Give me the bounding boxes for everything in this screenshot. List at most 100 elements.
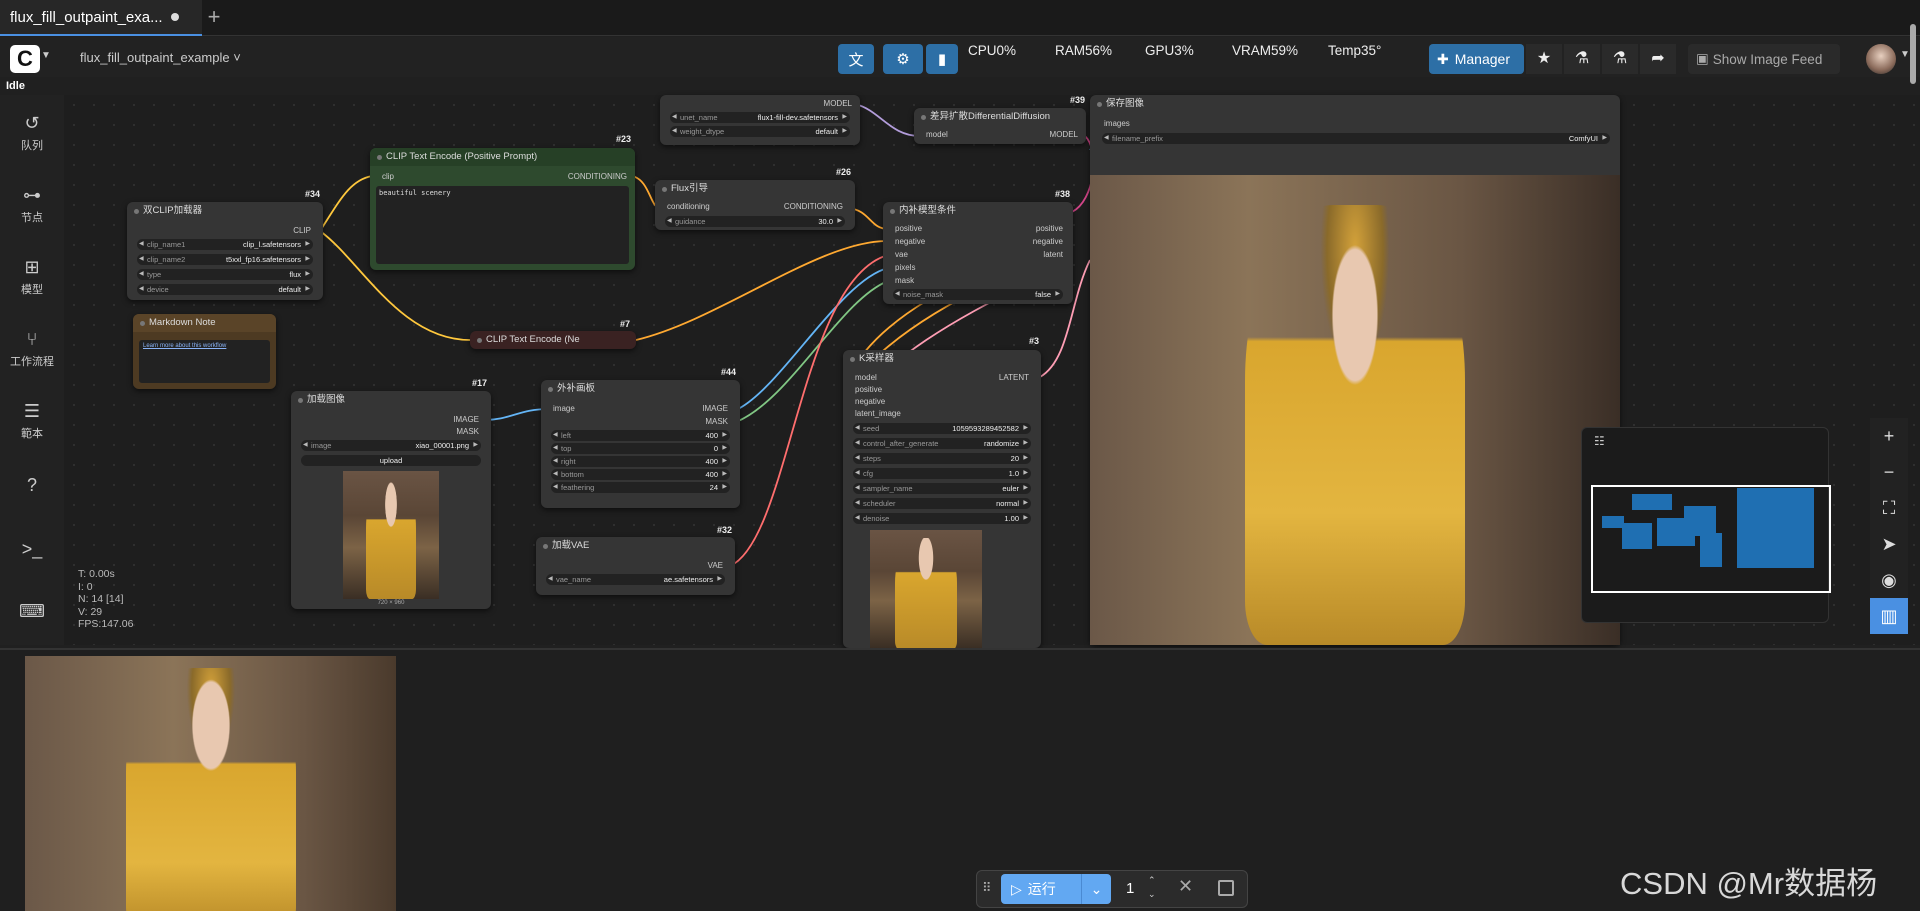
- widget-weight-dtype[interactable]: weight_dtypedefault: [670, 126, 850, 137]
- widget-feathering[interactable]: feathering24: [551, 482, 730, 493]
- widget-vae-name[interactable]: vae_nameae.safetensors: [546, 574, 725, 585]
- run-button[interactable]: ▷ 运行: [1001, 874, 1081, 904]
- settings-sliders-icon[interactable]: ☷: [1594, 434, 1605, 448]
- help-button[interactable]: ?: [0, 475, 64, 499]
- node-load-image[interactable]: 加载图像 IMAGE MASK imagexiao_00001.png uplo…: [291, 391, 491, 609]
- workflow-name[interactable]: flux_fill_outpaint_example ˅: [80, 50, 241, 65]
- fit-view-icon[interactable]: ⛶: [1870, 490, 1908, 526]
- node-unet-loader[interactable]: MODEL unet_nameflux1-fill-dev.safetensor…: [660, 95, 860, 145]
- feed-image[interactable]: [25, 656, 396, 911]
- node-load-vae[interactable]: 加载VAE VAE vae_nameae.safetensors: [536, 537, 735, 595]
- prompt-textarea[interactable]: beautiful scenery: [376, 186, 629, 264]
- slot-positive-in[interactable]: positive: [855, 385, 882, 394]
- widget-right[interactable]: right400: [551, 456, 730, 467]
- node-flux-guidance[interactable]: Flux引导 conditioning CONDITIONING guidanc…: [655, 180, 855, 230]
- visibility-icon[interactable]: ◉: [1870, 562, 1908, 598]
- widget-noise-mask[interactable]: noise_maskfalse: [893, 289, 1063, 300]
- comfy-logo-icon[interactable]: C: [10, 45, 40, 73]
- bookmark-icon[interactable]: ▮: [926, 44, 958, 74]
- node-save-image[interactable]: 保存图像 images filename_prefixComfyUI: [1090, 95, 1620, 645]
- slot-vae-in[interactable]: vae: [895, 250, 908, 259]
- slot-conditioning-out[interactable]: CONDITIONING: [568, 172, 627, 181]
- cancel-icon[interactable]: ✕: [1178, 876, 1193, 897]
- slot-image-out[interactable]: IMAGE: [702, 404, 728, 413]
- keyboard-button[interactable]: ⌨: [0, 601, 64, 625]
- tools-icon[interactable]: ⚙: [883, 44, 923, 74]
- sidebar-item-templates[interactable]: ☰ 範本: [0, 401, 64, 441]
- slot-clip-out[interactable]: CLIP: [293, 226, 311, 235]
- widget-clip-name1[interactable]: clip_name1clip_l.safetensors: [137, 239, 313, 250]
- terminal-button[interactable]: >_: [0, 539, 64, 563]
- tab-workflow[interactable]: flux_fill_outpaint_exa...: [0, 0, 202, 36]
- select-mode-icon[interactable]: ➤: [1870, 526, 1908, 562]
- slot-mask-out[interactable]: MASK: [705, 417, 728, 426]
- slot-latent-out[interactable]: latent: [1043, 250, 1063, 259]
- widget-seed[interactable]: seed1059593289452582: [853, 423, 1031, 434]
- run-mode-chevron-icon[interactable]: ⌄: [1081, 874, 1111, 904]
- widget-type[interactable]: typeflux: [137, 269, 313, 280]
- scrollbar[interactable]: [1910, 24, 1916, 84]
- slot-latent-in[interactable]: latent_image: [855, 409, 901, 418]
- widget-clip-name2[interactable]: clip_name2t5xxl_fp16.safetensors: [137, 254, 313, 265]
- minimap[interactable]: ☷: [1581, 427, 1831, 623]
- node-dual-clip-loader[interactable]: 双CLIP加载器 CLIP clip_name1clip_l.safetenso…: [127, 202, 323, 300]
- new-tab-plus-icon[interactable]: +: [202, 6, 226, 30]
- stepper-icon[interactable]: ⌃ ⌄: [1148, 873, 1156, 901]
- slot-clip-in[interactable]: clip: [382, 172, 394, 181]
- slot-conditioning-out[interactable]: CONDITIONING: [784, 202, 843, 211]
- sidebar-item-nodes[interactable]: ⊶ 节点: [0, 185, 64, 225]
- manager-button[interactable]: ✚ Manager: [1429, 44, 1524, 74]
- zoom-out-icon[interactable]: −: [1870, 454, 1908, 490]
- show-image-feed-button[interactable]: ▣ Show Image Feed: [1688, 44, 1840, 74]
- node-clip-text-positive[interactable]: CLIP Text Encode (Positive Prompt) clip …: [370, 148, 635, 270]
- flask2-icon[interactable]: ⚗: [1602, 44, 1638, 74]
- avatar[interactable]: [1866, 44, 1896, 74]
- slot-negative-out[interactable]: negative: [1033, 237, 1063, 246]
- slot-positive-out[interactable]: positive: [1036, 224, 1063, 233]
- flask-icon[interactable]: ⚗: [1564, 44, 1600, 74]
- widget-unet-name[interactable]: unet_nameflux1-fill-dev.safetensors: [670, 112, 850, 123]
- widget-bottom[interactable]: bottom400: [551, 469, 730, 480]
- slot-conditioning-in[interactable]: conditioning: [667, 202, 710, 211]
- slot-positive-in[interactable]: positive: [895, 224, 922, 233]
- translate-icon[interactable]: 文: [838, 44, 874, 74]
- widget-top[interactable]: top0: [551, 443, 730, 454]
- widget-image-select[interactable]: imagexiao_00001.png: [301, 440, 481, 451]
- widget-guidance[interactable]: guidance30.0: [665, 216, 845, 227]
- sidebar-item-models[interactable]: ⊞ 模型: [0, 257, 64, 297]
- sidebar-item-workflows[interactable]: ⑂ 工作流程: [0, 329, 64, 369]
- stop-icon[interactable]: [1218, 880, 1234, 896]
- slot-mask-in[interactable]: mask: [895, 276, 914, 285]
- slot-image-in[interactable]: image: [553, 404, 575, 413]
- upload-button[interactable]: upload: [301, 455, 481, 466]
- drag-handle-icon[interactable]: ⠿: [982, 880, 992, 896]
- widget-sampler-name[interactable]: sampler_nameeuler: [853, 483, 1031, 494]
- slot-model-out[interactable]: MODEL: [1050, 130, 1078, 139]
- slot-model-in[interactable]: model: [855, 373, 877, 382]
- node-ksampler[interactable]: K采样器 model positive negative latent_imag…: [843, 350, 1041, 648]
- zoom-in-icon[interactable]: +: [1870, 418, 1908, 454]
- widget-denoise[interactable]: denoise1.00: [853, 513, 1031, 524]
- slot-latent-out[interactable]: LATENT: [999, 373, 1029, 382]
- widget-scheduler[interactable]: schedulernormal: [853, 498, 1031, 509]
- slot-images-in[interactable]: images: [1104, 119, 1130, 128]
- node-inpaint-conditioning[interactable]: 内补模型条件 positive negative vae pixels mask…: [883, 202, 1073, 304]
- slot-negative-in[interactable]: negative: [855, 397, 885, 406]
- star-icon[interactable]: ★: [1526, 44, 1562, 74]
- widget-steps[interactable]: steps20: [853, 453, 1031, 464]
- slot-vae-out[interactable]: VAE: [708, 561, 723, 570]
- slot-pixels-in[interactable]: pixels: [895, 263, 915, 272]
- slot-model-in[interactable]: model: [926, 130, 948, 139]
- sidebar-item-queue[interactable]: ↺ 队列: [0, 113, 64, 153]
- widget-cfg[interactable]: cfg1.0: [853, 468, 1031, 479]
- widget-filename-prefix[interactable]: filename_prefixComfyUI: [1102, 133, 1610, 144]
- slot-model-out[interactable]: MODEL: [824, 99, 852, 108]
- minimap-toggle-icon[interactable]: ▥: [1870, 598, 1908, 634]
- note-link[interactable]: Learn more about this workflow: [139, 340, 270, 383]
- widget-control-after-generate[interactable]: control_after_generaterandomize: [853, 438, 1031, 449]
- node-clip-text-negative[interactable]: CLIP Text Encode (Ne: [470, 331, 636, 349]
- node-pad-image[interactable]: 外补画板 image IMAGE MASK left400 top0 right…: [541, 380, 740, 508]
- slot-image-out[interactable]: IMAGE: [453, 415, 479, 424]
- widget-left[interactable]: left400: [551, 430, 730, 441]
- widget-device[interactable]: devicedefault: [137, 284, 313, 295]
